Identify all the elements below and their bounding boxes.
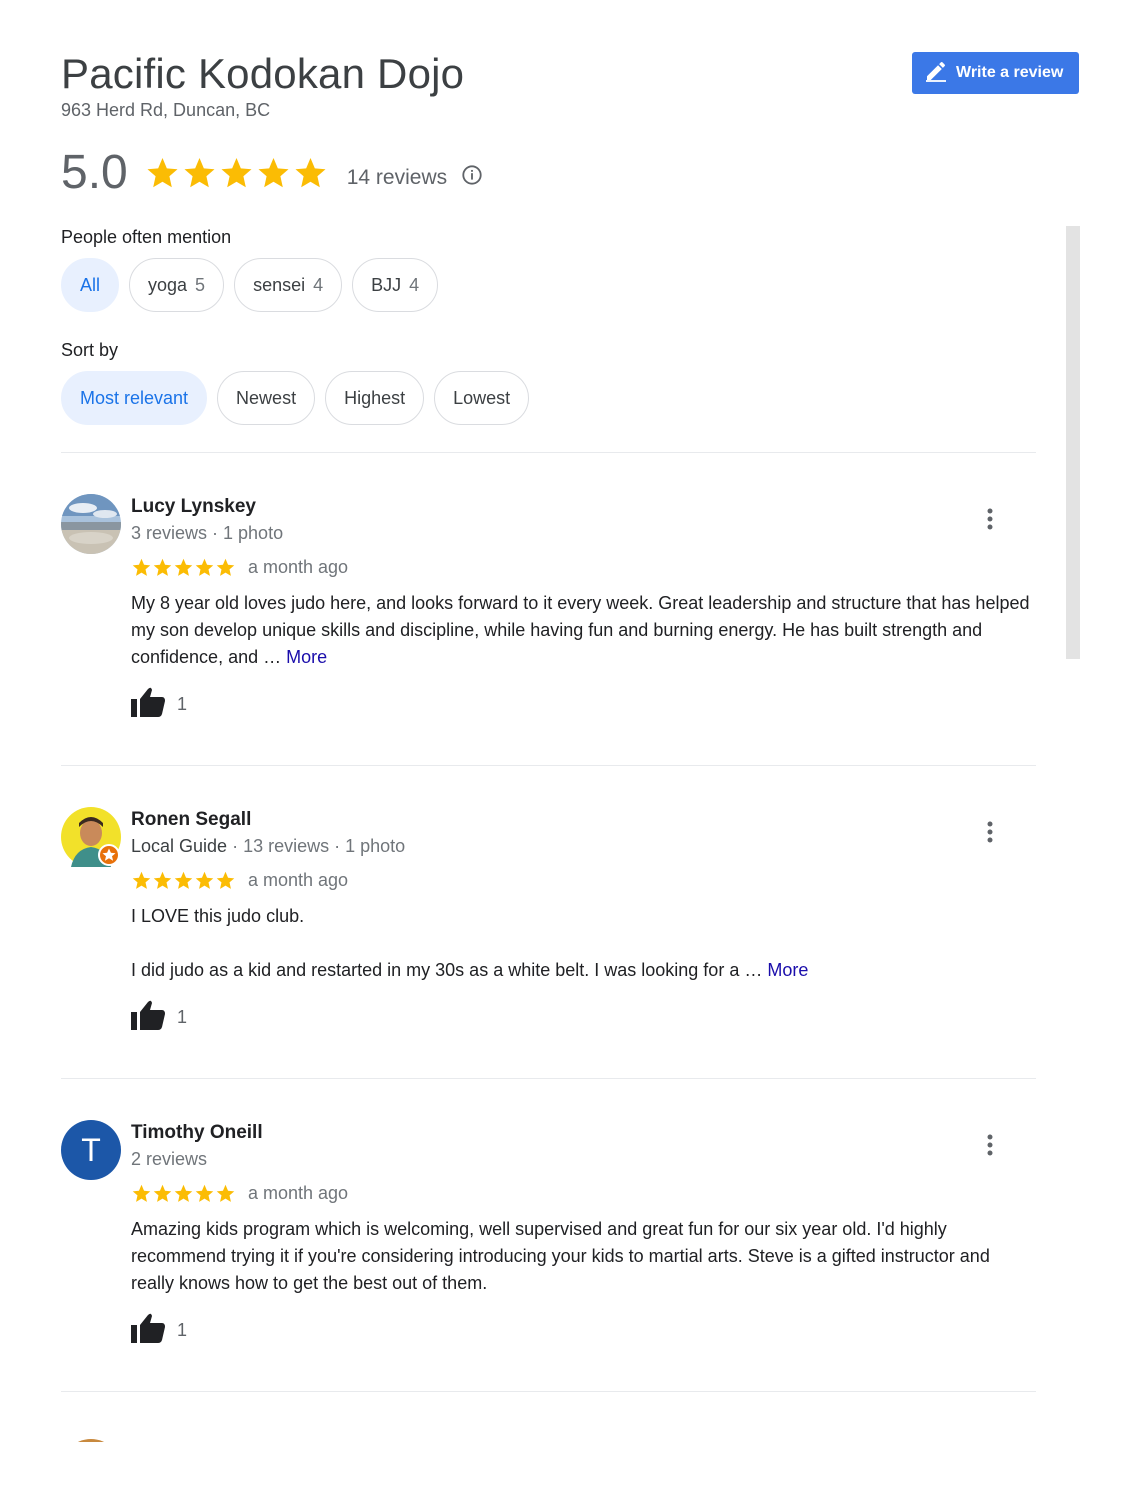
- place-title: Pacific Kodokan Dojo: [61, 50, 465, 97]
- divider: [61, 452, 1036, 453]
- like-count: 1: [177, 694, 188, 714]
- star-icon: [295, 157, 326, 187]
- write-review-button[interactable]: Write a review: [912, 52, 1079, 94]
- avatar-initial: T: [81, 1131, 101, 1168]
- star-icon: [132, 1184, 151, 1202]
- review-stars: [131, 557, 236, 578]
- star-icon: [153, 871, 172, 889]
- avatar[interactable]: [61, 494, 121, 554]
- star-icon: [216, 1184, 235, 1202]
- mention-chip-label: All: [79, 274, 100, 295]
- mention-chip-label: yoga: [148, 274, 188, 295]
- sort-lowest[interactable]: Lowest: [434, 371, 530, 425]
- more-link[interactable]: More: [767, 960, 808, 980]
- avatar[interactable]: [61, 807, 121, 867]
- review-date: a month ago: [248, 1182, 349, 1203]
- review-stars: [131, 1183, 236, 1204]
- review-text: I LOVE this judo club. I did judo as a k…: [131, 903, 1036, 984]
- mention-chip-count: 4: [313, 274, 324, 295]
- divider: [61, 765, 1036, 766]
- review-count: 14 reviews: [346, 165, 448, 189]
- reviewer-meta: 2 reviews: [131, 1149, 208, 1169]
- reviewer-name[interactable]: Lucy Lynskey: [131, 494, 1036, 520]
- mentions-chips: All yoga 5 sensei 4 BJJ 4: [61, 258, 439, 312]
- sort-label: Sort by: [61, 340, 119, 360]
- rating-summary: 5.0 14 reviews: [61, 145, 483, 200]
- sort-most-relevant[interactable]: Most relevant: [61, 371, 208, 425]
- like-button[interactable]: 1: [131, 1313, 1036, 1348]
- star-icon: [174, 1184, 193, 1202]
- reviewer-meta: · 13 reviews · 1 photo: [227, 836, 406, 856]
- local-guide-label: Local Guide: [131, 836, 228, 856]
- star-icon: [216, 871, 235, 889]
- review-text-body: My 8 year old loves judo here, and looks…: [131, 593, 1030, 667]
- sort-highest[interactable]: Highest: [325, 371, 425, 425]
- review-text: Amazing kids program which is welcoming,…: [131, 1219, 990, 1293]
- mention-chip-count: 4: [409, 274, 420, 295]
- mention-chip-all[interactable]: All: [61, 258, 119, 312]
- mention-chip-sensei[interactable]: sensei 4: [234, 258, 343, 312]
- star-icon: [147, 157, 178, 187]
- star-icon: [258, 157, 289, 187]
- more-link[interactable]: More: [286, 647, 327, 667]
- star-icon: [221, 157, 252, 187]
- star-icon: [174, 871, 193, 889]
- like-count: 1: [177, 1007, 188, 1027]
- star-icon: [195, 558, 214, 576]
- star-icon: [132, 558, 151, 576]
- review-date: a month ago: [248, 869, 349, 890]
- review-date: a month ago: [248, 556, 349, 577]
- mention-chip-count: 5: [195, 274, 206, 295]
- review-text-line: I LOVE this judo club.: [131, 906, 305, 926]
- star-icon: [153, 1184, 172, 1202]
- divider: [61, 1078, 1036, 1079]
- star-icon: [184, 157, 215, 187]
- star-icon: [195, 871, 214, 889]
- divider: [61, 1391, 1036, 1392]
- rating-stars: [144, 155, 329, 191]
- review-text: My 8 year old loves judo here, and looks…: [131, 590, 1036, 671]
- mentions-label: People often mention: [61, 227, 232, 247]
- scrollbar[interactable]: [1066, 226, 1080, 659]
- thumbs-up-icon: [131, 687, 165, 722]
- more-vert-icon[interactable]: [987, 821, 993, 848]
- mention-chip-yoga[interactable]: yoga 5: [129, 258, 225, 312]
- like-button[interactable]: 1: [131, 687, 1036, 722]
- star-icon: [132, 871, 151, 889]
- mention-chip-bjj[interactable]: BJJ 4: [352, 258, 439, 312]
- reviewer-meta: 3 reviews · 1 photo: [131, 523, 284, 543]
- like-count: 1: [177, 1320, 188, 1340]
- star-icon: [153, 558, 172, 576]
- mention-chip-label: sensei: [253, 274, 306, 295]
- reviewer-name[interactable]: Ronen Segall: [131, 807, 1036, 833]
- info-icon[interactable]: [461, 164, 483, 191]
- mention-chip-label: BJJ: [371, 274, 402, 295]
- thumbs-up-icon: [131, 1000, 165, 1035]
- avatar[interactable]: T: [61, 1120, 121, 1180]
- star-icon: [174, 558, 193, 576]
- rating-score: 5.0: [61, 146, 128, 199]
- thumbs-up-icon: [131, 1313, 165, 1348]
- more-vert-icon[interactable]: [987, 1134, 993, 1161]
- sort-newest[interactable]: Newest: [217, 371, 316, 425]
- review-stars: [131, 870, 236, 891]
- star-icon: [216, 558, 235, 576]
- sort-chips: Most relevant Newest Highest Lowest: [61, 371, 530, 425]
- review-text-body: I did judo as a kid and restarted in my …: [131, 960, 763, 980]
- place-address: 963 Herd Rd, Duncan, BC: [61, 100, 271, 120]
- like-button[interactable]: 1: [131, 1000, 1036, 1035]
- star-icon: [195, 1184, 214, 1202]
- more-vert-icon[interactable]: [987, 508, 993, 535]
- reviewer-name[interactable]: Timothy Oneill: [131, 1120, 1036, 1146]
- write-review-label: Write a review: [956, 64, 1064, 81]
- avatar[interactable]: [61, 1434, 121, 1442]
- pencil-icon: [924, 59, 956, 88]
